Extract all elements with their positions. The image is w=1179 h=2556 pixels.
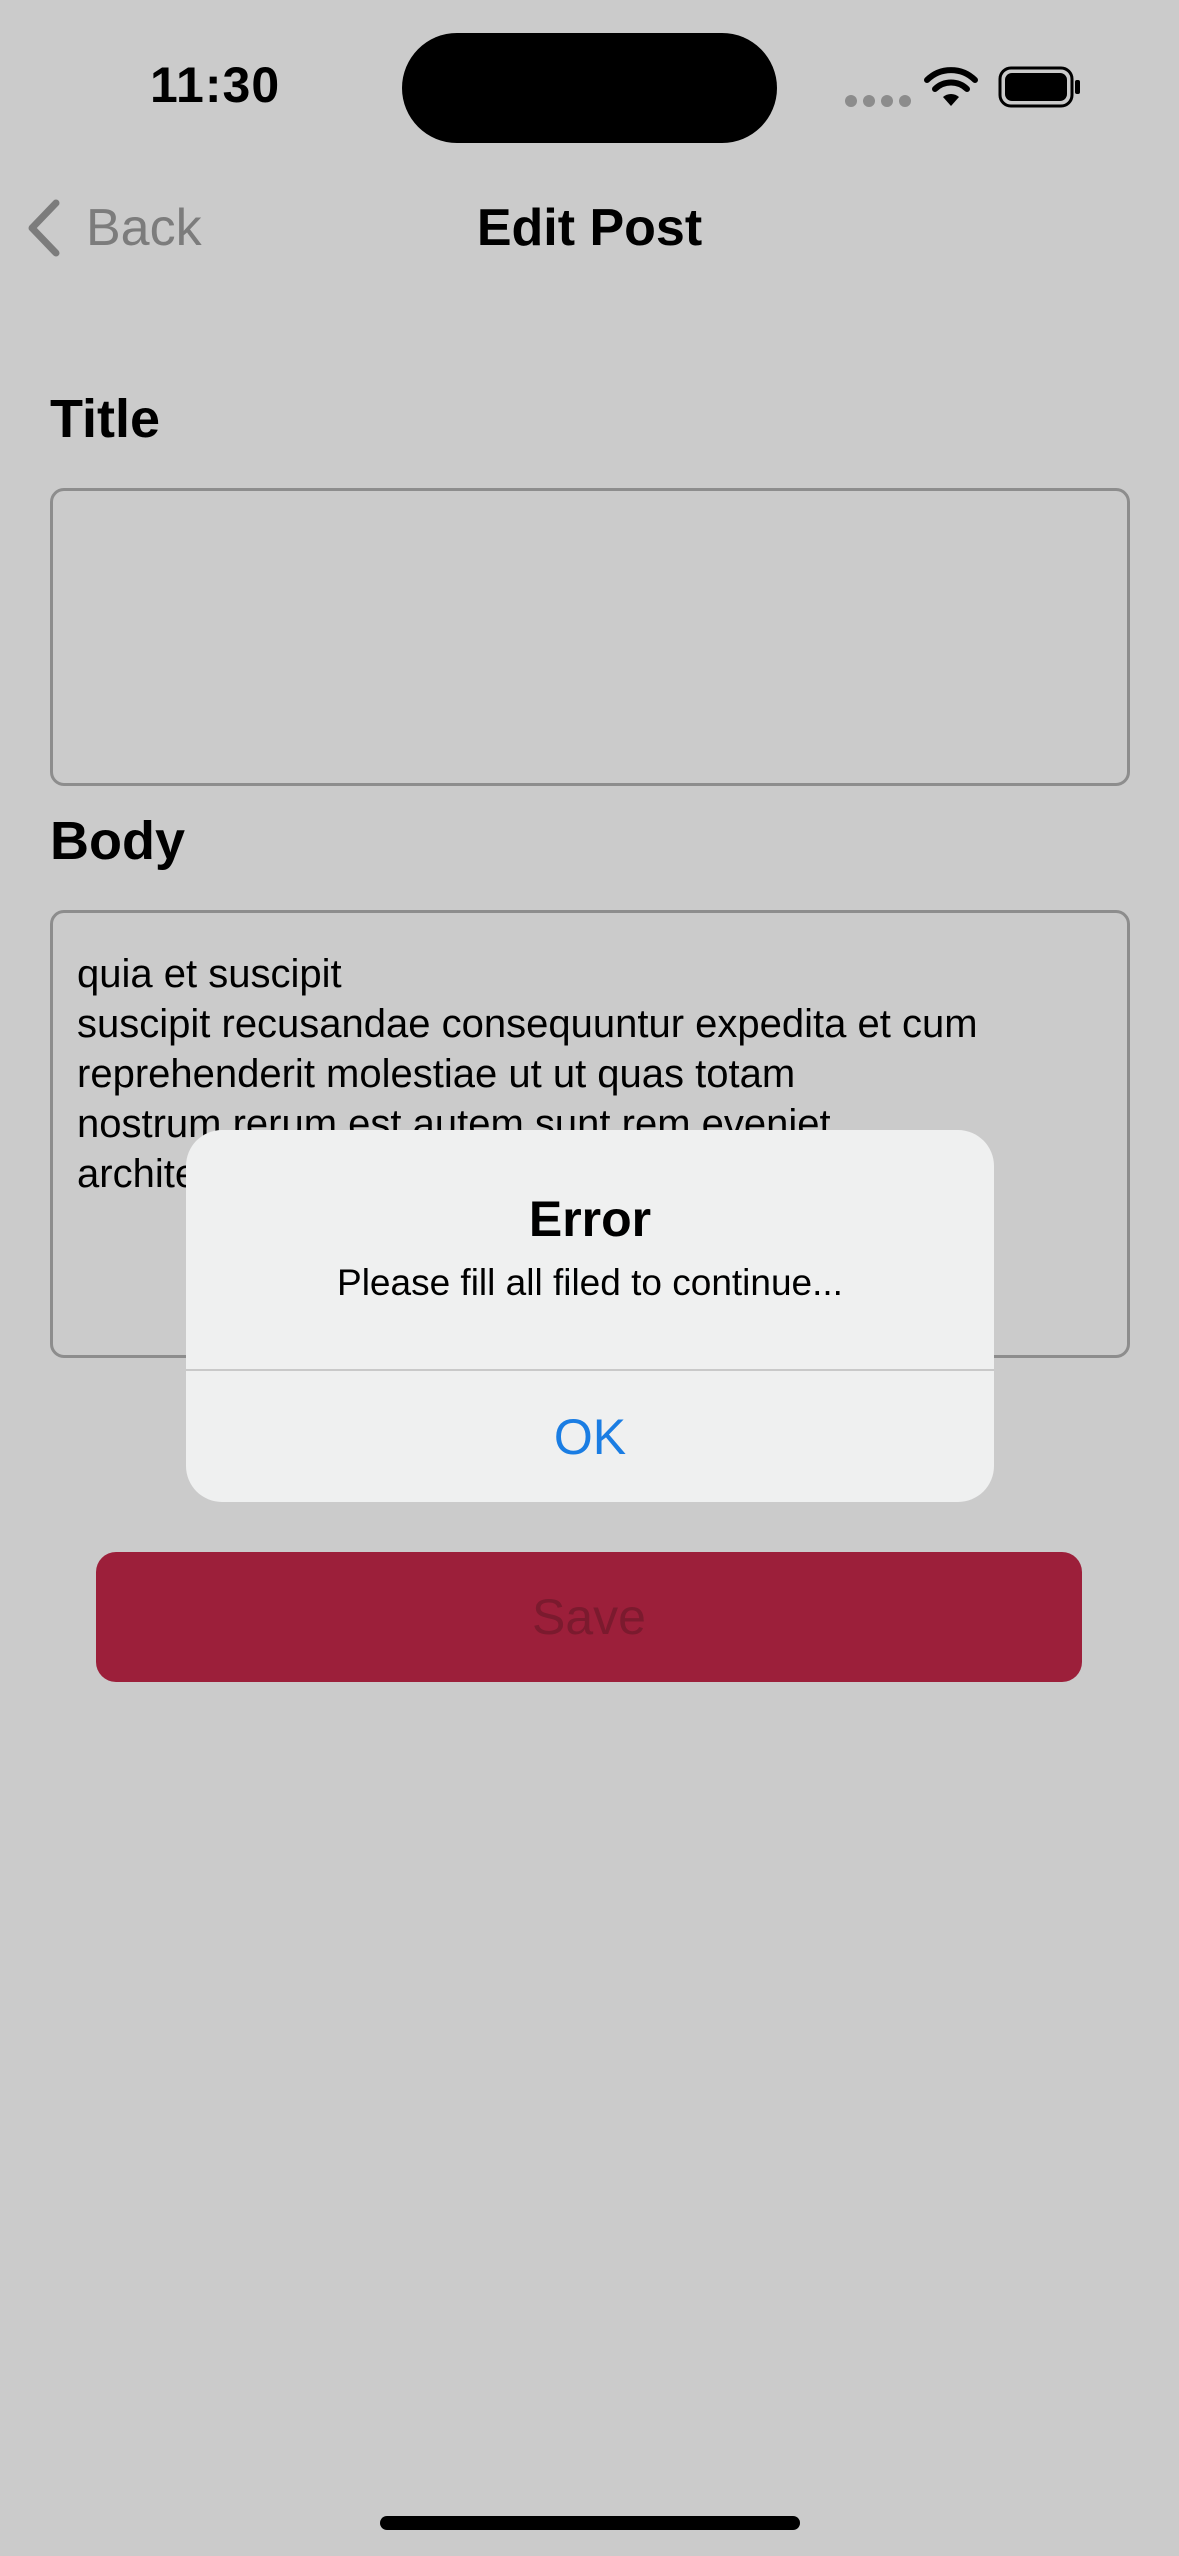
dynamic-island — [402, 33, 777, 143]
save-button-label: Save — [532, 1589, 646, 1645]
chevron-left-icon — [28, 199, 60, 257]
home-indicator[interactable] — [380, 2516, 800, 2530]
alert-message: Please fill all filed to continue... — [337, 1262, 843, 1303]
body-text-line: quia et suscipit — [77, 952, 342, 996]
title-input[interactable] — [50, 488, 1130, 786]
error-alert-dialog: Error Please fill all filed to continue.… — [186, 1130, 994, 1502]
wifi-icon — [924, 67, 978, 106]
body-text-line: reprehenderit molestiae ut ut quas totam — [77, 1052, 796, 1096]
body-label: Body — [50, 811, 185, 871]
battery-icon — [998, 66, 1080, 108]
back-button-label: Back — [86, 199, 202, 257]
back-button[interactable]: Back — [22, 190, 202, 266]
status-time: 11:30 — [150, 57, 281, 113]
save-button[interactable]: Save — [96, 1552, 1082, 1682]
title-label: Title — [50, 389, 161, 449]
alert-title: Error — [528, 1191, 652, 1247]
alert-ok-button[interactable]: OK — [186, 1371, 994, 1502]
cellular-signal-icon — [845, 95, 911, 107]
body-text-line: suscipit recusandae consequuntur expedit… — [77, 1002, 978, 1046]
status-bar: 11:30 — [0, 0, 1179, 180]
